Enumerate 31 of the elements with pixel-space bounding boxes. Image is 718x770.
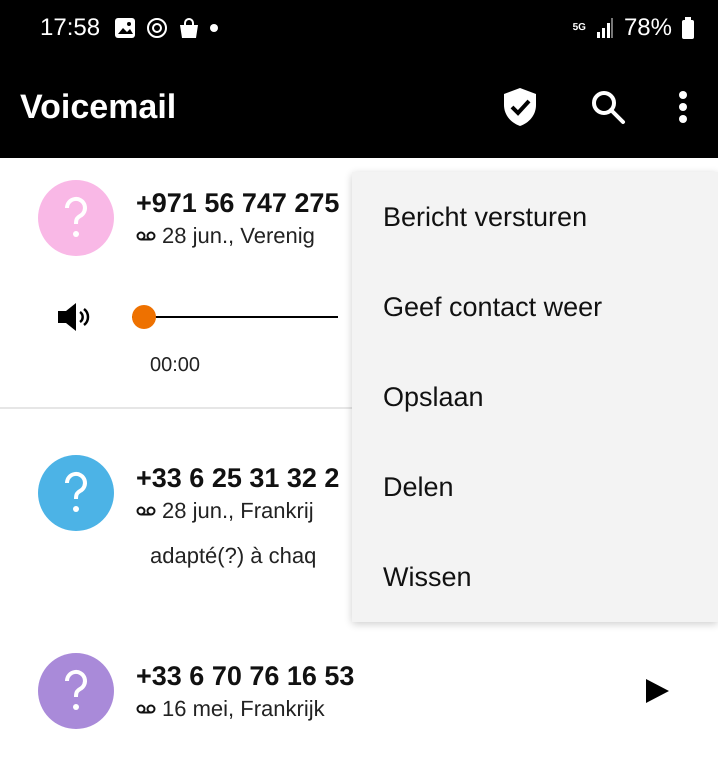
battery-level: 78% [624,14,672,42]
voicemail-icon [136,704,156,714]
playback-time: 00:00 [150,354,202,377]
voicemail-icon [136,230,156,240]
network-type: 5G [572,23,586,33]
voicemail-details: 28 jun., Verenig [162,222,315,248]
transcript-text: adapté(?) à chaq [150,543,318,569]
phone-number: +33 6 25 31 32 2 [136,462,340,494]
phone-number: +971 56 747 275 [136,188,340,218]
menu-item[interactable]: Opslaan [352,352,718,442]
menu-item[interactable]: Geef contact weer [352,262,718,352]
voicemail-details: 28 jun., Frankrij [162,498,314,524]
signal-icon [596,18,614,38]
shopping-bag-icon [178,17,200,39]
status-time: 17:58 [40,14,100,42]
voicemail-details: 16 mei, Frankrijk [162,696,325,722]
image-icon [114,17,136,39]
voicemail-icon [136,506,156,516]
menu-item[interactable]: Bericht versturen [352,172,718,262]
search-icon[interactable] [590,89,626,125]
phone-number: +33 6 70 76 16 53 [136,660,354,692]
speaker-icon[interactable] [56,302,92,332]
battery-icon [682,17,694,39]
app-title: Voicemail [20,88,178,126]
slider-thumb[interactable] [132,305,156,329]
shield-check-icon[interactable] [502,87,538,127]
more-options-icon[interactable] [678,90,688,124]
dot-icon [210,24,218,32]
menu-item[interactable]: Wissen [352,532,718,622]
play-icon[interactable] [644,678,670,704]
menu-item[interactable]: Delen [352,442,718,532]
